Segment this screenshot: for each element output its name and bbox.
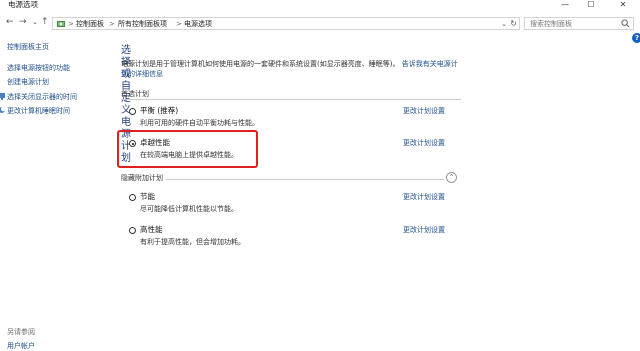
divider (166, 179, 444, 180)
back-button[interactable]: ← (6, 17, 14, 27)
ultimate-performance-plan-desc: 在较高端电脑上提供卓越性能。 (140, 151, 238, 159)
balanced-plan-desc: 利用可用的硬件自动平衡功耗与性能。 (140, 119, 259, 127)
control-panel-icon (57, 21, 65, 27)
crumb-power-options[interactable]: 电源选项 (184, 19, 212, 29)
recent-dropdown-icon[interactable]: ⌄ (32, 17, 38, 27)
power-saver-plan-desc: 尽可能降低计算机性能以节能。 (140, 205, 238, 213)
search-icon[interactable] (621, 19, 630, 28)
address-dropdown-icon[interactable]: ⌄ (501, 19, 507, 29)
sidebar-item-power-button[interactable]: 选择电源按钮的功能 (7, 63, 70, 73)
crumb-control-panel[interactable]: 控制面板 (76, 19, 104, 29)
window-title: 电源选项 (8, 0, 38, 9)
crumb-separator: > (176, 20, 182, 28)
power-saver-radio[interactable] (129, 194, 136, 201)
search-placeholder: 搜索控制面板 (530, 20, 572, 28)
balanced-radio[interactable] (129, 108, 136, 115)
high-performance-plan-name[interactable]: 高性能 (140, 225, 163, 235)
high-performance-change-settings-link[interactable]: 更改计划设置 (403, 225, 445, 235)
breadcrumb[interactable]: > 控制面板 > 所有控制面板项 > 电源选项 ⌄ ↻ (52, 17, 520, 30)
help-icon[interactable]: ? (632, 33, 640, 43)
ultimate-performance-change-settings-link[interactable]: 更改计划设置 (403, 138, 445, 148)
search-input[interactable]: 搜索控制面板 (524, 17, 634, 30)
power-saver-plan-name[interactable]: 节能 (140, 192, 155, 202)
address-bar: ← → ⌄ ↑ > 控制面板 > 所有控制面板项 > 电源选项 ⌄ ↻ 搜索控制… (0, 12, 640, 32)
selection-highlight (117, 130, 258, 168)
sidebar-home-link[interactable]: 控制面板主页 (7, 42, 49, 52)
power-saver-change-settings-link[interactable]: 更改计划设置 (403, 192, 445, 202)
high-performance-radio[interactable] (129, 227, 136, 234)
display-icon (0, 93, 5, 100)
crumb-all-items[interactable]: 所有控制面板项 (118, 19, 167, 29)
sidebar-item-create-plan[interactable]: 创建电源计划 (7, 77, 49, 87)
up-button[interactable]: ↑ (41, 17, 49, 27)
collapse-chevron-icon[interactable]: ⌃ (446, 172, 457, 183)
crumb-separator: > (109, 20, 115, 28)
maximize-button[interactable]: ☐ (578, 0, 604, 10)
preferred-plans-label: 首选计划 (121, 90, 149, 98)
title-bar: 电源选项 — ☐ ✕ (0, 0, 640, 12)
see-also-label: 另请参阅 (7, 328, 35, 336)
high-performance-plan-desc: 有利于提高性能，但会增加功耗。 (140, 238, 245, 246)
ultimate-performance-radio[interactable] (129, 140, 136, 147)
ultimate-performance-plan-name[interactable]: 卓越性能 (140, 138, 170, 148)
minimize-button[interactable]: — (552, 0, 578, 10)
forward-button[interactable]: → (19, 17, 27, 27)
sidebar-item-sleep-time[interactable]: 更改计算机睡眠时间 (7, 106, 70, 116)
close-button[interactable]: ✕ (610, 0, 636, 10)
description-text: 电源计划是用于管理计算机如何使用电源的一套硬件和系统设置(如显示器亮度、睡眠等)… (121, 60, 400, 68)
refresh-icon[interactable]: ↻ (510, 18, 517, 29)
sidebar-item-display-off[interactable]: 选择关闭显示器的时间 (7, 92, 77, 102)
moon-icon (0, 106, 5, 113)
balanced-change-settings-link[interactable]: 更改计划设置 (403, 106, 445, 116)
page-description: 电源计划是用于管理计算机如何使用电源的一套硬件和系统设置(如显示器亮度、睡眠等)… (121, 60, 461, 79)
user-accounts-link[interactable]: 用户帐户 (7, 341, 35, 351)
divider (121, 99, 461, 100)
hidden-plans-label[interactable]: 隐藏附加计划 (121, 174, 163, 183)
crumb-separator: > (68, 20, 74, 28)
balanced-plan-name[interactable]: 平衡 (推荐) (140, 106, 178, 116)
